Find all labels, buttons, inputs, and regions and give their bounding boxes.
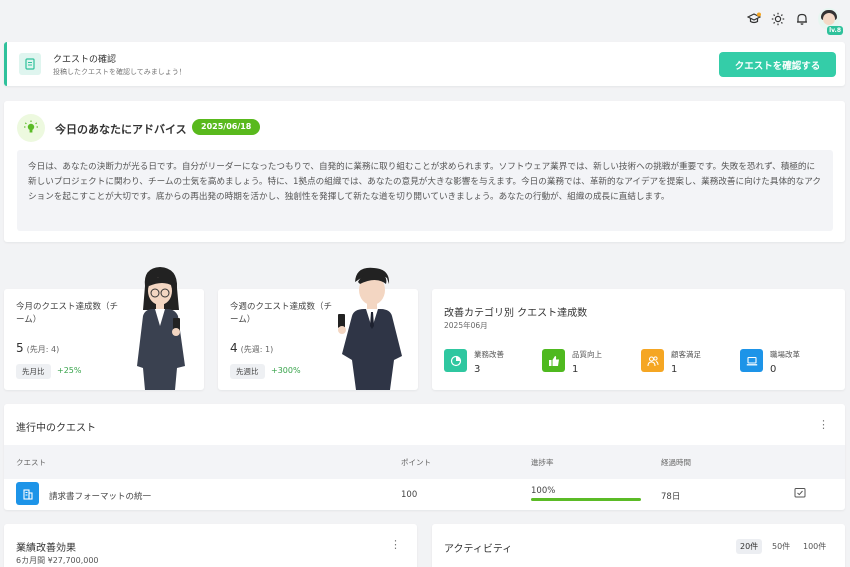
advice-card: 今日のあなたにアドバイス 2025/06/18 今日は、あなたの決断力が光る日で… <box>4 101 845 242</box>
quest-confirm-card: クエストの確認 投稿したクエストを確認してみましょう！ クエストを確認する <box>4 42 845 86</box>
progress-bar <box>531 498 641 501</box>
category-item-workplace: 職場改革 0 <box>740 349 800 375</box>
quest-points-cell: 100 <box>401 490 418 500</box>
activity-card: アクティビティ 20件 50件 100件 <box>432 524 845 567</box>
confirm-quest-button[interactable]: クエストを確認する <box>719 52 836 77</box>
top-bar: lv.8 <box>0 0 850 36</box>
column-points[interactable]: ポイント <box>401 457 431 468</box>
task-check-icon[interactable] <box>794 487 806 502</box>
businessman-illustration <box>338 267 402 390</box>
user-avatar[interactable]: lv.8 <box>818 8 843 35</box>
weekly-change: +300% <box>271 366 301 375</box>
filter-50[interactable]: 50件 <box>768 539 794 554</box>
more-vertical-icon[interactable]: ⋮ <box>818 418 829 431</box>
category-period: 2025年06月 <box>444 321 488 330</box>
level-badge: lv.8 <box>827 26 843 35</box>
monthly-prev: (先月: 4) <box>26 345 60 354</box>
users-icon <box>641 349 664 372</box>
category-item-quality: 品質向上 1 <box>542 349 602 375</box>
monthly-stat-label: 今月のクエスト達成数（チーム） <box>16 302 119 325</box>
weekly-stat-label: 今週のクエスト達成数（チーム） <box>230 302 333 325</box>
category-name: 職場改革 <box>770 350 800 359</box>
graduation-cap-icon[interactable] <box>746 11 762 27</box>
header-icons: lv.8 <box>746 8 843 35</box>
more-vertical-icon[interactable]: ⋮ <box>390 538 401 551</box>
weekly-value: 4 <box>230 341 238 355</box>
category-name: 顧客満足 <box>671 350 701 359</box>
thumbs-up-icon <box>542 349 565 372</box>
column-quest[interactable]: クエスト <box>16 457 46 468</box>
pie-chart-icon <box>444 349 467 372</box>
sun-icon[interactable] <box>770 11 786 27</box>
monthly-change: +25% <box>57 366 82 375</box>
advice-body: 今日は、あなたの決断力が光る日です。自分がリーダーになったつもりで、自発的に業務… <box>17 150 833 231</box>
category-value: 3 <box>474 364 481 375</box>
filter-20[interactable]: 20件 <box>736 539 763 554</box>
category-name: 品質向上 <box>572 350 602 359</box>
in-progress-title: 進行中のクエスト <box>16 423 96 434</box>
monthly-value: 5 <box>16 341 24 355</box>
building-icon <box>16 482 39 505</box>
filter-100[interactable]: 100件 <box>799 539 830 554</box>
quest-rate-cell: 100% <box>531 486 556 496</box>
gains-title: 業績改善効果 <box>16 543 76 554</box>
category-value: 1 <box>671 364 678 375</box>
lightbulb-icon <box>17 114 45 142</box>
bell-icon[interactable] <box>794 11 810 27</box>
avatar-face <box>823 13 835 25</box>
in-progress-card: 進行中のクエスト ⋮ クエスト ポイント 進捗率 経過時間 請求書フォーマットの… <box>4 404 845 510</box>
category-title: 改善カテゴリ別 クエスト達成数 <box>444 308 588 319</box>
column-elapsed[interactable]: 経過時間 <box>661 457 691 468</box>
column-progress[interactable]: 進捗率 <box>531 457 554 468</box>
gains-subtitle: 6カ月間 ¥27,700,000 <box>16 556 99 565</box>
activity-title: アクティビティ <box>444 544 513 555</box>
quest-confirm-title: クエストの確認 <box>53 55 117 65</box>
weekly-prev: (先週: 1) <box>240 345 274 354</box>
category-card: 改善カテゴリ別 クエスト達成数 2025年06月 業務改善 3 品質向上 1 顧客満… <box>432 289 845 390</box>
weekly-stat-value: 4 (先週: 1) <box>230 341 273 355</box>
business-gains-card: 業績改善効果 6カ月間 ¥27,700,000 ⋮ <box>4 524 417 567</box>
category-name: 業務改善 <box>474 350 504 359</box>
category-item-business: 業務改善 3 <box>444 349 504 375</box>
quest-elapsed-cell: 78日 <box>661 492 681 502</box>
weekly-compare-label: 先週比 <box>230 364 265 379</box>
quest-confirm-subtitle: 投稿したクエストを確認してみましょう！ <box>53 68 186 76</box>
quest-name-cell[interactable]: 請求書フォーマットの統一 <box>49 490 151 502</box>
businesswoman-illustration <box>137 267 185 390</box>
monthly-compare-label: 先月比 <box>16 364 51 379</box>
category-value: 0 <box>770 364 777 375</box>
laptop-icon <box>740 349 763 372</box>
category-item-customer: 顧客満足 1 <box>641 349 701 375</box>
monthly-stat-value: 5 (先月: 4) <box>16 341 59 355</box>
document-icon <box>19 53 41 75</box>
advice-date-badge: 2025/06/18 <box>192 119 261 135</box>
category-value: 1 <box>572 364 579 375</box>
advice-title: 今日のあなたにアドバイス <box>55 123 187 136</box>
